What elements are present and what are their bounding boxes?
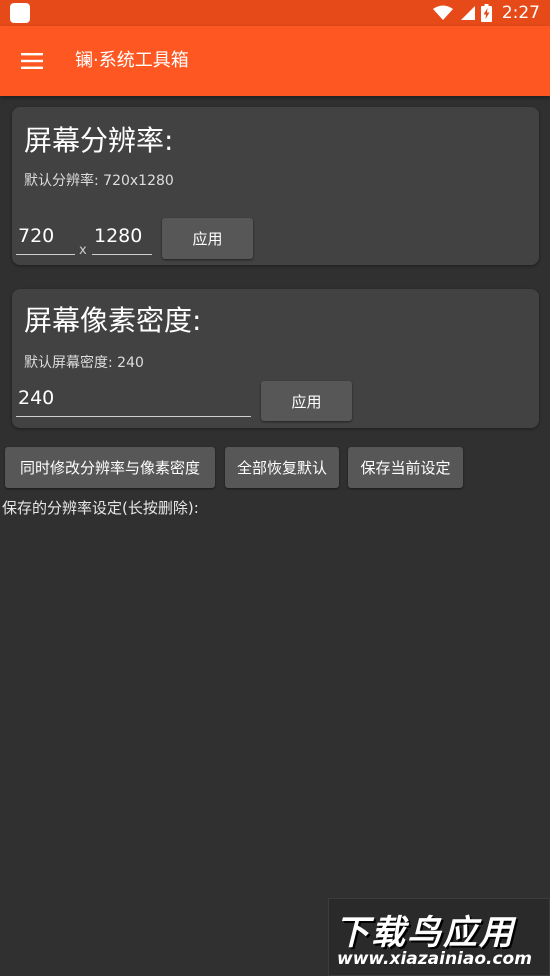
app-square-icon [10, 3, 30, 23]
watermark-url: www.xiazainiao.com [337, 949, 532, 969]
hamburger-menu-icon[interactable] [21, 52, 43, 70]
resolution-separator: x [79, 243, 87, 258]
watermark-title: 下载鸟应用 [335, 913, 515, 953]
battery-charging-icon [480, 4, 492, 22]
resolution-card: 屏幕分辨率: 默认分辨率: 720x1280 720 x 1280 应用 [12, 107, 539, 265]
density-card: 屏幕像素密度: 默认屏幕密度: 240 240 应用 [12, 289, 539, 428]
default-density-text: 默认屏幕密度: 240 [24, 355, 144, 371]
status-bar: 2:27 [0, 0, 550, 26]
width-input[interactable]: 720 [16, 221, 75, 255]
saved-settings-label: 保存的分辨率设定(长按删除): [2, 499, 199, 517]
restore-all-defaults-button[interactable]: 全部恢复默认 [225, 447, 339, 488]
density-input[interactable]: 240 [16, 383, 251, 417]
watermark-logo: 下载鸟应用 www.xiazainiao.com [328, 898, 550, 976]
app-title: 镧·系统工具箱 [75, 50, 189, 71]
status-time: 2:27 [501, 3, 540, 23]
height-input[interactable]: 1280 [92, 221, 152, 255]
apply-density-button[interactable]: 应用 [261, 381, 352, 421]
resolution-title: 屏幕分辨率: [24, 124, 174, 157]
app-bar: 镧·系统工具箱 [0, 26, 550, 96]
density-title: 屏幕像素密度: [24, 304, 202, 337]
status-icons: 2:27 [432, 0, 540, 26]
save-current-settings-button[interactable]: 保存当前设定 [348, 447, 463, 488]
default-resolution-text: 默认分辨率: 720x1280 [24, 173, 174, 189]
wifi-icon [432, 5, 453, 20]
modify-both-button[interactable]: 同时修改分辨率与像素密度 [5, 447, 215, 488]
cell-signal-icon [460, 6, 475, 20]
apply-resolution-button[interactable]: 应用 [162, 218, 253, 259]
